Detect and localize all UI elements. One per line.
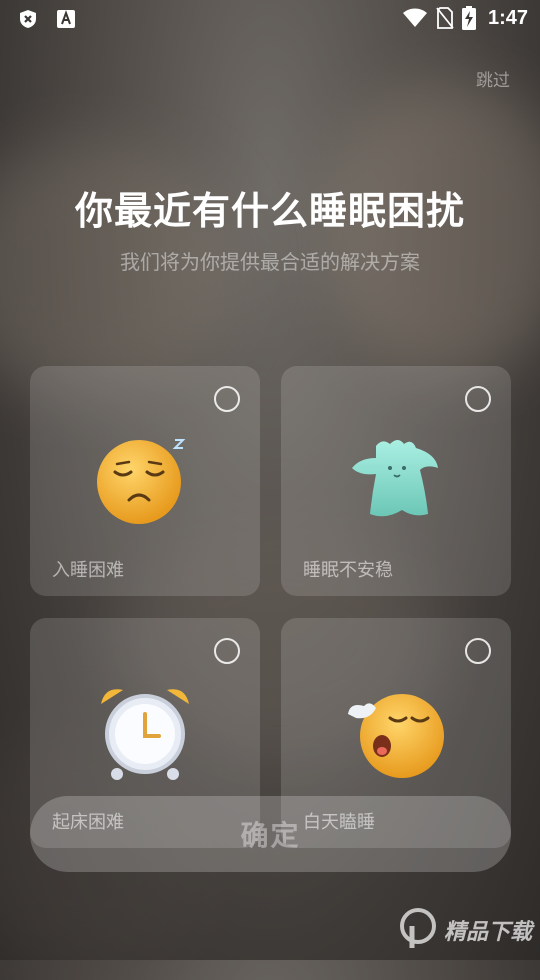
no-sim-icon [436, 7, 454, 29]
radio-button[interactable] [214, 386, 240, 412]
radio-button[interactable] [465, 386, 491, 412]
option-label: 入睡困难 [52, 560, 124, 581]
wifi-icon [402, 8, 427, 27]
page-title: 你最近有什么睡眠困扰 [74, 189, 465, 233]
status-bar: 1:47 [0, 0, 540, 38]
yawning-face-icon [348, 694, 444, 778]
confirm-button[interactable]: 确定 [30, 796, 511, 872]
battery-charging-icon [461, 6, 476, 30]
alarm-clock-icon [101, 689, 189, 780]
option-label: 睡眠不安稳 [303, 560, 393, 581]
radio-button[interactable] [214, 638, 240, 664]
watermark-text: 精品下载 [443, 920, 532, 945]
font-a-icon [57, 10, 75, 28]
watermark-logo-icon [399, 908, 436, 948]
option-card-restless-sleep[interactable]: 睡眠不安稳 [281, 366, 511, 596]
watermark: 精品下载 [398, 908, 532, 952]
sleepy-face-icon [97, 439, 186, 524]
clock-time: 1:47 [487, 6, 528, 29]
ghost-blob-icon [352, 440, 438, 517]
page-subtitle: 我们将为你提供最合适的解决方案 [120, 250, 420, 274]
skip-button[interactable]: 跳过 [476, 66, 510, 91]
option-card-fall-asleep[interactable]: 入睡困难 [30, 366, 260, 596]
radio-button[interactable] [465, 638, 491, 664]
shield-x-icon [20, 10, 36, 28]
